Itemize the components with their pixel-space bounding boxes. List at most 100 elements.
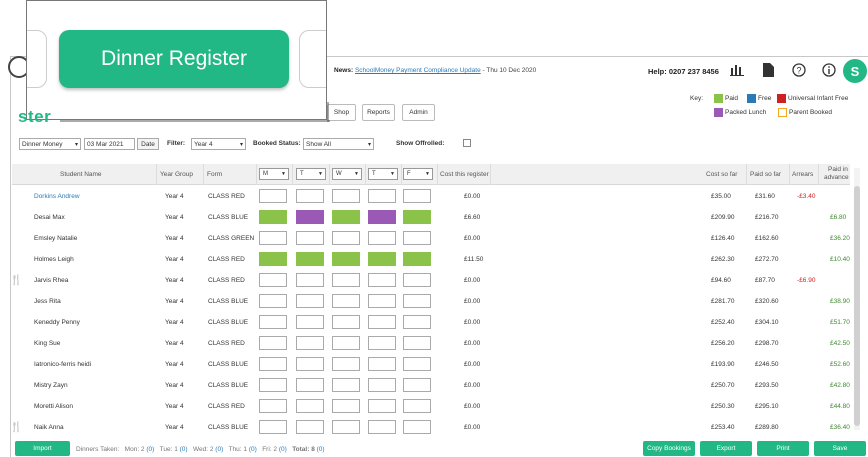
col-form[interactable]: Form — [207, 171, 222, 178]
meal-booking-cell[interactable] — [332, 420, 360, 434]
meal-booking-cell[interactable] — [296, 252, 324, 266]
save-button[interactable]: Save — [814, 441, 866, 456]
meal-booking-cell[interactable] — [403, 420, 431, 434]
day-select-fri[interactable]: F ▼ — [403, 168, 433, 180]
booked-status-select[interactable]: Show All ▾ — [303, 138, 374, 150]
meal-booking-cell[interactable] — [368, 189, 396, 203]
thu-count-link[interactable]: (0) — [249, 446, 257, 453]
meal-booking-cell[interactable] — [403, 336, 431, 350]
meal-booking-cell[interactable] — [259, 231, 287, 245]
day-select-mon[interactable]: M ▼ — [259, 168, 289, 180]
meal-booking-cell[interactable] — [332, 315, 360, 329]
meal-booking-cell[interactable] — [332, 378, 360, 392]
date-button[interactable]: Date — [137, 138, 159, 150]
col-year-group[interactable]: Year Group — [160, 171, 193, 178]
meal-booking-cell[interactable] — [403, 231, 431, 245]
table-row[interactable]: Holmes Leigh Year 4 CLASS RED £11.50 £262.30… — [12, 249, 850, 270]
meal-booking-cell[interactable] — [296, 273, 324, 287]
table-row[interactable]: 🍴 Naik Anna Year 4 CLASS BLUE £0.00 £253.40 £2… — [10, 417, 850, 438]
news-link[interactable]: SchoolMoney Payment Compliance Update — [355, 67, 481, 74]
tue-count-link[interactable]: (0) — [180, 446, 188, 453]
meal-booking-cell[interactable] — [296, 420, 324, 434]
total-count-link[interactable]: (0) — [317, 446, 325, 453]
meal-booking-cell[interactable] — [403, 315, 431, 329]
admin-button[interactable]: Admin — [402, 104, 435, 121]
meal-booking-cell[interactable] — [259, 273, 287, 287]
meal-booking-cell[interactable] — [332, 294, 360, 308]
export-button[interactable]: Export — [700, 441, 752, 456]
meal-booking-cell[interactable] — [259, 210, 287, 224]
meal-booking-cell[interactable] — [368, 399, 396, 413]
day-select-tue[interactable]: T ▼ — [296, 168, 326, 180]
meal-booking-cell[interactable] — [259, 315, 287, 329]
copy-bookings-button[interactable]: Copy Bookings — [643, 441, 695, 456]
meal-booking-cell[interactable] — [332, 210, 360, 224]
meal-booking-cell[interactable] — [403, 399, 431, 413]
table-row[interactable]: Keneddy Penny Year 4 CLASS BLUE £0.00 £252.4… — [12, 312, 850, 333]
col-cost-so-far[interactable]: Cost so far — [706, 171, 737, 178]
meal-booking-cell[interactable] — [368, 273, 396, 287]
table-row[interactable]: Mistry Zayn Year 4 CLASS BLUE £0.00 £250.70 £… — [12, 375, 850, 396]
meal-booking-cell[interactable] — [368, 420, 396, 434]
table-row[interactable]: Emsley Natalie Year 4 CLASS GREEN £0.00 £126… — [12, 228, 850, 249]
col-paid-so-far[interactable]: Paid so far — [750, 171, 781, 178]
meal-booking-cell[interactable] — [332, 399, 360, 413]
meal-booking-cell[interactable] — [332, 231, 360, 245]
meal-booking-cell[interactable] — [296, 336, 324, 350]
meal-booking-cell[interactable] — [332, 252, 360, 266]
table-row[interactable]: Moretti Alison Year 4 CLASS RED £0.00 £250.3… — [12, 396, 850, 417]
table-row[interactable]: King Sue Year 4 CLASS RED £0.00 £256.20 £298.… — [12, 333, 850, 354]
meal-booking-cell[interactable] — [368, 294, 396, 308]
meal-booking-cell[interactable] — [259, 294, 287, 308]
meal-booking-cell[interactable] — [368, 210, 396, 224]
mon-count-link[interactable]: (0) — [146, 446, 154, 453]
meal-booking-cell[interactable] — [296, 231, 324, 245]
meal-booking-cell[interactable] — [259, 378, 287, 392]
shop-button[interactable]: Shop — [327, 104, 356, 121]
show-offrolled-checkbox[interactable] — [463, 139, 471, 147]
col-cost-register[interactable]: Cost this register — [440, 171, 489, 178]
scrollbar-thumb[interactable] — [854, 186, 860, 426]
day-select-wed[interactable]: W ▼ — [332, 168, 362, 180]
table-row[interactable]: Iatronico-ferris heidi Year 4 CLASS BLUE £0… — [12, 354, 850, 375]
wed-count-link[interactable]: (0) — [215, 446, 223, 453]
meal-booking-cell[interactable] — [403, 357, 431, 371]
meal-booking-cell[interactable] — [332, 357, 360, 371]
meal-booking-cell[interactable] — [368, 252, 396, 266]
meal-booking-cell[interactable] — [368, 231, 396, 245]
day-select-thu[interactable]: T ▼ — [368, 168, 398, 180]
table-row[interactable]: 🍴 Jarvis Rhea Year 4 CLASS RED £0.00 £94.60 £8… — [10, 270, 850, 291]
document-icon[interactable] — [760, 62, 776, 78]
table-row[interactable]: Jess Rita Year 4 CLASS BLUE £0.00 £281.70 £32… — [12, 291, 850, 312]
chart-icon[interactable] — [729, 62, 745, 78]
meal-booking-cell[interactable] — [296, 189, 324, 203]
col-student-name[interactable]: Student Name — [60, 171, 102, 178]
meal-booking-cell[interactable] — [259, 357, 287, 371]
info-icon[interactable] — [821, 62, 837, 78]
meal-booking-cell[interactable] — [259, 420, 287, 434]
fri-count-link[interactable]: (0) — [279, 446, 287, 453]
meal-booking-cell[interactable] — [403, 210, 431, 224]
meal-booking-cell[interactable] — [403, 252, 431, 266]
meal-booking-cell[interactable] — [403, 294, 431, 308]
meal-booking-cell[interactable] — [332, 273, 360, 287]
date-input[interactable]: 03 Mar 2021 — [84, 138, 135, 150]
meal-booking-cell[interactable] — [332, 336, 360, 350]
print-button[interactable]: Print — [757, 441, 809, 456]
reports-button[interactable]: Reports — [362, 104, 395, 121]
meal-booking-cell[interactable] — [296, 399, 324, 413]
col-arrears[interactable]: Arrears — [792, 171, 813, 178]
student-name[interactable]: Dorkins Andrew — [34, 193, 80, 200]
col-paid-in-advance[interactable]: Paid in — [828, 166, 848, 173]
meal-booking-cell[interactable] — [403, 189, 431, 203]
meal-booking-cell[interactable] — [296, 378, 324, 392]
meal-booking-cell[interactable] — [296, 315, 324, 329]
register-type-select[interactable]: Dinner Money ▾ — [19, 138, 81, 150]
meal-booking-cell[interactable] — [296, 294, 324, 308]
meal-booking-cell[interactable] — [368, 357, 396, 371]
import-button[interactable]: Import — [15, 441, 70, 456]
meal-booking-cell[interactable] — [403, 378, 431, 392]
help-icon[interactable]: ? — [791, 62, 807, 78]
meal-booking-cell[interactable] — [259, 252, 287, 266]
meal-booking-cell[interactable] — [332, 189, 360, 203]
